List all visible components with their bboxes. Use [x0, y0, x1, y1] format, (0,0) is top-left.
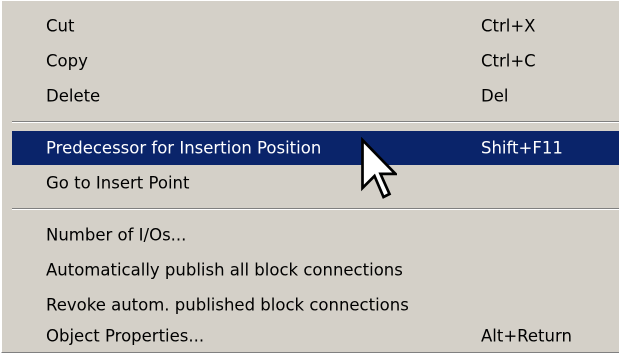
menu-item-shortcut: Ctrl+C: [481, 51, 536, 71]
menu-item-label: Number of I/Os...: [46, 225, 187, 245]
menu-separator: [12, 208, 619, 210]
menu-item-shortcut: Shift+F11: [481, 138, 563, 158]
menu-item-label: Predecessor for Insertion Position: [46, 138, 322, 158]
context-menu: Cut Ctrl+X Copy Ctrl+C Delete Del Predec…: [1, 0, 619, 353]
menu-item-label: Copy: [46, 51, 88, 71]
menu-item-shortcut: Ctrl+X: [481, 16, 536, 36]
menu-item-label: Revoke autom. published block connection…: [46, 295, 409, 315]
menu-item-cut[interactable]: Cut Ctrl+X: [12, 9, 619, 43]
menu-item-label: Cut: [46, 16, 75, 36]
menu-item-number-of-ios[interactable]: Number of I/Os...: [12, 218, 619, 252]
menu-item-delete[interactable]: Delete Del: [12, 79, 619, 113]
menu-item-go-to-insert-point[interactable]: Go to Insert Point: [12, 166, 619, 200]
menu-item-label: Delete: [46, 86, 101, 106]
menu-item-label: Object Properties...: [46, 326, 205, 346]
menu-item-object-properties[interactable]: Object Properties... Alt+Return: [12, 319, 619, 353]
menu-item-label: Automatically publish all block connecti…: [46, 260, 403, 280]
menu-separator: [12, 121, 619, 123]
menu-item-copy[interactable]: Copy Ctrl+C: [12, 44, 619, 78]
menu-item-automatically-publish-all-block-connections[interactable]: Automatically publish all block connecti…: [12, 253, 619, 287]
menu-item-revoke-autom-published-block-connections[interactable]: Revoke autom. published block connection…: [12, 288, 619, 322]
menu-item-label: Go to Insert Point: [46, 173, 190, 193]
menu-item-predecessor-for-insertion-position[interactable]: Predecessor for Insertion Position Shift…: [12, 131, 619, 165]
menu-item-shortcut: Alt+Return: [481, 326, 572, 346]
menu-item-shortcut: Del: [481, 86, 509, 106]
arrow-cursor-icon: [361, 137, 397, 199]
